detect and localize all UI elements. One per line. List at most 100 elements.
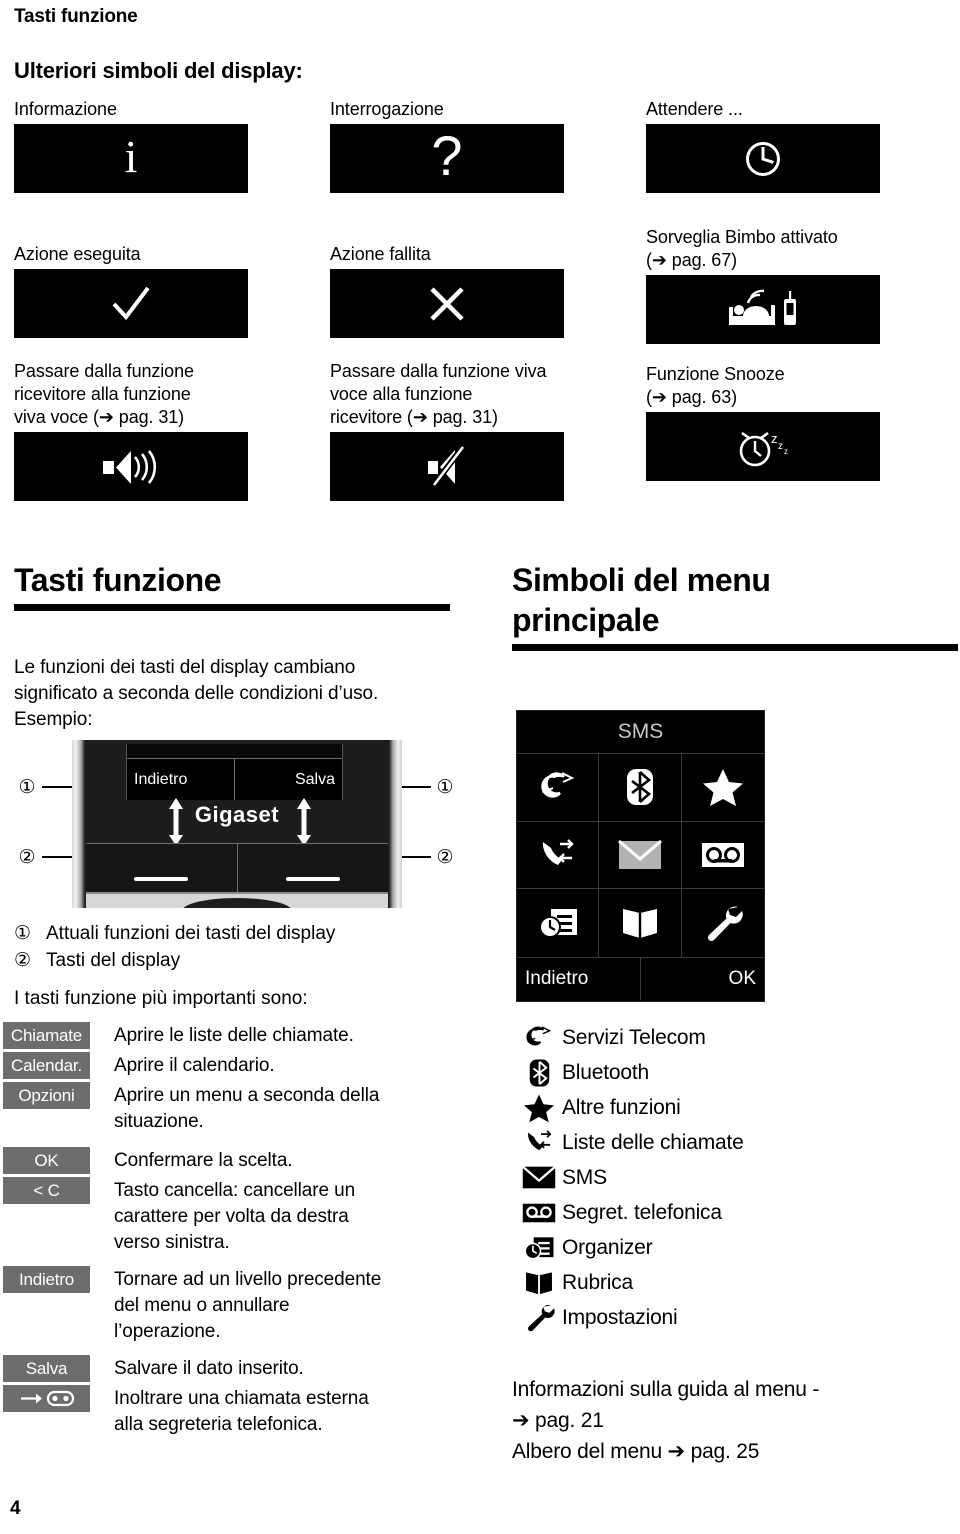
menu-cell-impostazioni[interactable] (682, 889, 764, 957)
handset-body: Indietro Salva Gigaset (72, 740, 402, 908)
symbol-cell-sorveglia-bimbo: Sorveglia Bimbo attivato (➔ pag. 67) (646, 226, 882, 344)
function-key-indietro[interactable]: Indietro (3, 1266, 90, 1293)
legend-label: Segret. telefonica (562, 1200, 722, 1224)
bluetooth-icon (626, 769, 653, 806)
symbol-caption: Azione eseguita (14, 244, 141, 264)
legend-label: Liste delle chiamate (562, 1130, 744, 1154)
section-title: Simboli del menu principale (512, 562, 771, 638)
function-key-description: Inoltrare una chiamata esterna alla segr… (114, 1388, 369, 1435)
running-header: Tasti funzione (14, 6, 138, 27)
svg-text:z: z (778, 441, 783, 452)
symbol-caption: Azione fallita (330, 244, 431, 264)
symbol-display-box (646, 124, 880, 193)
section-simboli-menu: Simboli del menu principale (512, 560, 958, 651)
function-key-description: Confermare la scelta. (114, 1150, 293, 1171)
menu-cell-segreteria[interactable] (681, 822, 764, 890)
menu-cell-servizi-telecom[interactable] (517, 754, 600, 822)
function-keys-table: Chiamate Aprire le liste delle chiamate.… (3, 1022, 463, 1441)
menu-cell-altre-funzioni[interactable] (681, 754, 764, 822)
function-key-chiamate[interactable]: Chiamate (3, 1022, 90, 1049)
baby-monitor-icon (729, 289, 796, 325)
legend-row: Impostazioni (516, 1300, 956, 1335)
handset-screen: Indietro Salva (126, 744, 343, 800)
menu-cell-sms[interactable] (599, 821, 682, 890)
arrow-left-softkey-link (169, 798, 183, 846)
function-key-row: Inoltrare una chiamata esterna alla segr… (3, 1385, 463, 1438)
callout-legend-number: ① (14, 923, 32, 944)
legend-row: Organizer (516, 1230, 956, 1265)
legend-icon-cell (516, 1202, 562, 1224)
function-key-row: Calendar. Aprire il calendario. (3, 1052, 463, 1079)
page-number: 4 (10, 1498, 21, 1519)
telecom-services-icon (526, 1026, 552, 1046)
display-symbols-grid: Informazione i Interrogazione ? Attender… (0, 98, 960, 518)
function-key-calendar[interactable]: Calendar. (3, 1052, 90, 1079)
legend-icon-cell (516, 1093, 562, 1123)
answering-machine-icon (701, 842, 744, 867)
handset-screen-statusbar (127, 744, 342, 759)
menu-cell-liste-chiamate[interactable] (517, 821, 600, 890)
callout-number-right-bottom: ② (436, 847, 454, 868)
legend-icon-cell (516, 1303, 562, 1332)
legend-row: Rubrica (516, 1265, 956, 1300)
symbol-display-box (14, 432, 248, 501)
handset-display-key-right[interactable] (236, 844, 388, 892)
function-key-ok[interactable]: OK (3, 1147, 90, 1174)
legend-label: Rubrica (562, 1270, 633, 1294)
function-key-row: OK Confermare la scelta. (3, 1147, 463, 1174)
symbol-display-box (646, 275, 880, 344)
function-key-forward-to-answering-machine[interactable] (3, 1385, 90, 1412)
handset-softkey-left[interactable]: Indietro (127, 759, 235, 800)
menu-symbols-legend: Servizi Telecom Bluetooth Altre funzioni (516, 1020, 956, 1335)
speaker-off-icon (428, 445, 465, 488)
legend-icon-cell (516, 1024, 562, 1051)
function-key-row: Salva Salvare il dato inserito. (3, 1355, 463, 1382)
function-key-opzioni[interactable]: Opzioni (3, 1082, 90, 1109)
symbol-caption: Passare dalla funzione viva voce alla fu… (330, 361, 547, 427)
section-rule (512, 644, 958, 651)
legend-label: SMS (562, 1165, 607, 1189)
symbol-cell-attendere: Attendere ... (646, 98, 882, 193)
menu-icon-grid (517, 754, 764, 957)
function-key-row: Opzioni Aprire un menu a seconda della s… (3, 1082, 463, 1135)
clock-icon (746, 141, 780, 176)
menu-cell-bluetooth[interactable] (599, 754, 682, 822)
handset-softkey-right[interactable]: Salva (235, 759, 342, 800)
arrow-right-softkey-link (297, 798, 311, 846)
menu-cell-rubrica[interactable] (599, 889, 682, 957)
symbol-cell-viva-voce-on: Passare dalla funzione ricevitore alla f… (14, 360, 250, 501)
function-key-salva[interactable]: Salva (3, 1355, 90, 1382)
legend-label: Altre funzioni (562, 1095, 681, 1119)
legend-label: Impostazioni (562, 1305, 678, 1329)
settings-wrench-icon (527, 1304, 555, 1332)
svg-text:z: z (784, 447, 788, 456)
callout-legend-number: ② (14, 950, 32, 971)
sms-envelope-icon (522, 1165, 556, 1189)
function-key-description: Tornare ad un livello precedente del men… (114, 1269, 382, 1342)
legend-label: Bluetooth (562, 1060, 649, 1084)
star-icon (524, 1094, 554, 1122)
legend-row: Segret. telefonica (516, 1195, 956, 1230)
phonebook-icon (622, 909, 657, 939)
symbol-display-box: i (14, 124, 248, 193)
info-icon: i (124, 130, 138, 182)
section-title: Tasti funzione (14, 562, 222, 598)
symbol-display-box (14, 269, 248, 338)
function-key-description: Aprire il calendario. (114, 1055, 275, 1076)
symbol-caption: Informazione (14, 99, 117, 119)
legend-icon-cell (516, 1270, 562, 1296)
callout-number-left-bottom: ② (18, 847, 36, 868)
cross-icon (430, 286, 464, 321)
symbol-display-box (330, 432, 564, 501)
function-key-description: Aprire le liste delle chiamate. (114, 1025, 354, 1046)
menu-softkey-ok[interactable]: OK (641, 958, 764, 1000)
organizer-icon (524, 1236, 554, 1259)
menu-cell-organizer[interactable] (517, 889, 600, 957)
legend-row: SMS (516, 1160, 956, 1195)
function-key-delete[interactable]: < C (3, 1177, 90, 1204)
legend-icon-cell (516, 1058, 562, 1088)
handset-display-key-left[interactable] (86, 844, 237, 892)
menu-softkey-indietro[interactable]: Indietro (517, 958, 641, 1000)
callout-legend-row: ② Tasti del display (14, 947, 464, 974)
handset-softkey-row: Indietro Salva (127, 759, 342, 800)
